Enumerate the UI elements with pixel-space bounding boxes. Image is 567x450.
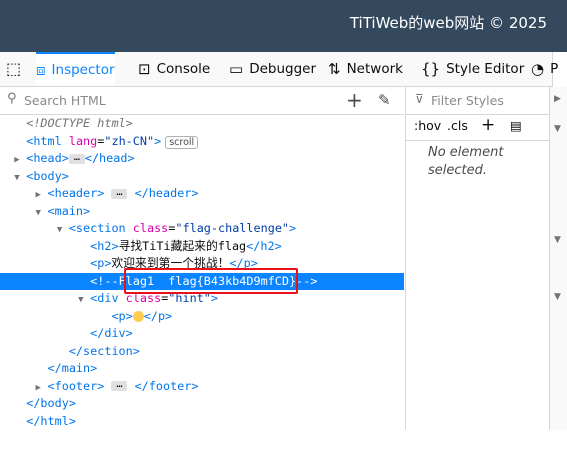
tab-network[interactable]: ⇅ Network [328,52,403,86]
console-icon: ⊡ [138,60,151,78]
sidebar-toggle-icon[interactable]: ▶ [554,94,561,104]
tree-row[interactable]: </div> [0,325,404,343]
eyedropper-icon[interactable]: ✎ [378,91,391,109]
network-icon: ⇅ [328,60,341,78]
devtools-toolbar: ⬚ ⧈ Inspector ⊡ Console ▭ Debugger ⇅ Net… [0,52,558,87]
tree-row[interactable]: ▼ <main> [0,203,404,221]
style-editor-icon: {} [421,60,441,78]
tab-label: Network [346,61,403,77]
site-footer-text: TiTiWeb的web网站 © 2025 [349,14,547,32]
rules-toolbar: :hov .cls + ▤ [406,114,549,141]
debugger-icon: ▭ [229,60,244,78]
tree-row[interactable]: ▼ <body> [0,168,404,186]
tree-row[interactable]: ▶ <footer> … </footer> [0,378,404,396]
tree-row[interactable]: <h2>寻找TiTi藏起来的flag</h2> [0,238,404,256]
inspector-icon: ⧈ [36,61,46,79]
tab-label: Inspector [51,62,115,78]
flag-highlight-box [124,268,298,294]
tree-row[interactable]: </section> [0,343,404,361]
tree-row[interactable]: </html> [0,413,404,431]
tree-row[interactable]: </main> [0,360,404,378]
tab-label: P [550,61,559,77]
performance-icon: ◔ [531,60,545,78]
sidebar-strip: ▶ ▼ ▼ ▼ [549,87,567,430]
element-picker-icon[interactable]: ⬚ [6,59,26,79]
tree-row[interactable]: <!DOCTYPE html> [0,115,404,133]
search-icon: ⚲ [7,91,17,106]
scroll-badge[interactable]: scroll [165,135,199,149]
tab-inspector[interactable]: ⧈ Inspector [36,52,115,86]
chevron-down-icon[interactable]: ▼ [554,292,561,302]
filter-styles-row: ⊽ Filter Styles [406,87,549,115]
tree-row[interactable]: <p> </p> [0,308,404,326]
add-node-button[interactable]: + [346,88,363,112]
tree-row[interactable]: ▶ <head>… </head> [0,150,404,168]
devtools-panel: ⬚ ⧈ Inspector ⊡ Console ▭ Debugger ⇅ Net… [0,52,567,431]
tab-debugger[interactable]: ▭ Debugger [229,52,316,86]
site-footer-bar: TiTiWeb的web网站 © 2025 [0,0,567,52]
collapsed-dots-icon[interactable]: … [111,380,128,391]
filter-styles-input[interactable]: Filter Styles [431,93,504,108]
add-rule-button[interactable]: + [481,115,495,135]
print-simulation-icon[interactable]: ▤ [510,118,522,133]
doctype-node: <!DOCTYPE html> [26,116,133,130]
filter-icon: ⊽ [415,92,424,106]
tab-performance[interactable]: ◔ P [531,52,558,86]
tree-row[interactable]: </body> [0,395,404,413]
tree-row[interactable]: <html lang="zh-CN"> scroll [0,133,404,151]
tree-row[interactable]: ▼ <section class="flag-challenge"> [0,220,404,238]
no-element-message: No element selected. [428,145,504,178]
markup-search-row: ⚲ Search HTML + ✎ [0,87,404,115]
emoji-icon [132,310,144,322]
collapsed-dots-icon[interactable]: … [111,187,128,199]
hov-button[interactable]: :hov [414,118,441,133]
chevron-down-icon[interactable]: ▼ [554,235,561,245]
tab-style-editor[interactable]: {} Style Editor [421,52,524,86]
cls-button[interactable]: .cls [447,118,468,133]
collapsed-dots-icon[interactable]: … [68,152,85,164]
tab-label: Console [156,61,211,77]
tab-label: Style Editor [446,61,525,77]
tab-label: Debugger [249,61,317,77]
rules-panel: ⊽ Filter Styles :hov .cls + ▤ No element… [405,87,549,430]
tab-console[interactable]: ⊡ Console [138,52,210,86]
chevron-down-icon[interactable]: ▼ [554,124,561,134]
tree-row[interactable]: ▶ <header> … </header> [0,185,404,203]
search-input[interactable]: Search HTML [24,93,106,108]
